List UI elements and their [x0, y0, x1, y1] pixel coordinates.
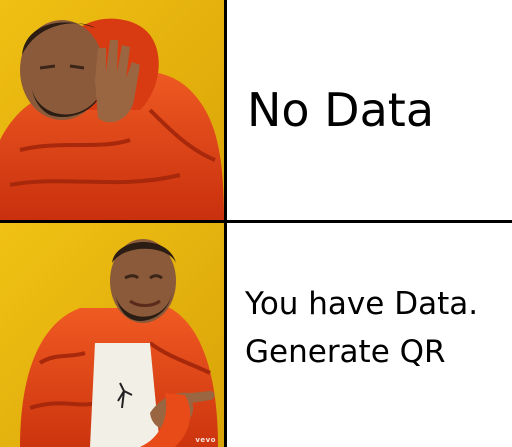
meme-image: vevo No Data You have Data. Generate QR: [0, 0, 512, 447]
vevo-watermark: vevo: [195, 436, 216, 444]
top-caption: No Data: [227, 0, 512, 220]
bottom-caption-line-1: You have Data.: [245, 286, 479, 322]
no-data-text: No Data: [247, 83, 435, 137]
bottom-caption-line-2: Generate QR: [245, 334, 446, 370]
vertical-divider: [224, 0, 227, 447]
horizontal-divider: [0, 220, 512, 223]
bottom-caption: You have Data. Generate QR: [227, 223, 512, 447]
approve-image: vevo: [0, 223, 224, 447]
reject-image: [0, 0, 224, 220]
